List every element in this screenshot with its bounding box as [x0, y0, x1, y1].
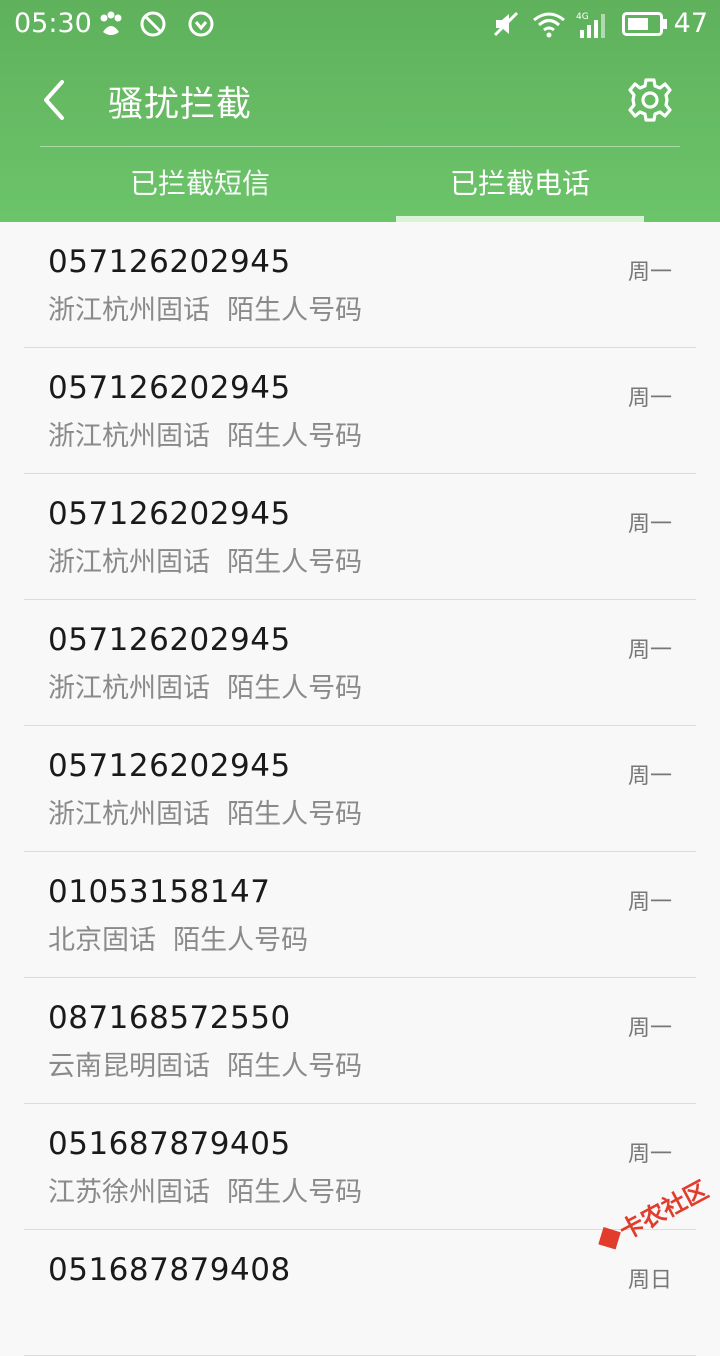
- number-description: 浙江杭州固话 陌生人号码: [48, 799, 363, 830]
- call-day: 周一: [627, 386, 672, 411]
- gear-icon[interactable]: [626, 76, 674, 124]
- phone-number: 087168572550: [48, 1000, 291, 1036]
- blocked-calls-list: 057126202945 浙江杭州固话 陌生人号码 周一 057126202945 浙江…: [0, 222, 720, 1356]
- header-divider: [40, 146, 680, 147]
- call-list-item[interactable]: 057126202945 浙江杭州固话 陌生人号码 周一: [24, 474, 696, 600]
- phone-number: 057126202945: [48, 748, 291, 784]
- battery-percent: 47: [673, 8, 708, 39]
- toolbar: 骚扰拦截: [0, 60, 720, 140]
- call-list-item[interactable]: 057126202945 浙江杭州固话 陌生人号码 周一: [24, 222, 696, 348]
- call-list-item[interactable]: 087168572550 云南昆明固话 陌生人号码 周一: [24, 978, 696, 1104]
- baidu-paw-icon: [100, 11, 122, 35]
- call-day: 周一: [627, 512, 672, 537]
- call-list-item[interactable]: 057126202945 浙江杭州固话 陌生人号码 周一: [24, 348, 696, 474]
- number-description: 浙江杭州固话 陌生人号码: [48, 547, 363, 578]
- call-day: 周日: [627, 1268, 672, 1293]
- phone-number: 057126202945: [48, 496, 291, 532]
- back-icon[interactable]: [36, 74, 76, 126]
- call-day: 周一: [627, 260, 672, 285]
- phone-number: 051687879405: [48, 1126, 291, 1162]
- call-list-item[interactable]: 057126202945 浙江杭州固话 陌生人号码 周一: [24, 600, 696, 726]
- call-day: 周一: [627, 1142, 672, 1167]
- number-description: 北京固话 陌生人号码: [48, 925, 309, 956]
- call-list-item[interactable]: 051687879405 江苏徐州固话 陌生人号码 周一: [24, 1104, 696, 1230]
- call-day: 周一: [627, 1016, 672, 1041]
- phone-number: 057126202945: [48, 244, 291, 280]
- wifi-icon: [533, 12, 565, 38]
- mute-icon: [493, 11, 519, 37]
- call-list-item[interactable]: 057126202945 浙江杭州固话 陌生人号码 周一: [24, 726, 696, 852]
- number-description: 浙江杭州固话 陌生人号码: [48, 295, 363, 326]
- tab-blocked-calls[interactable]: 已拦截电话: [396, 148, 644, 220]
- page-title: 骚扰拦截: [108, 85, 253, 125]
- call-day: 周一: [627, 764, 672, 789]
- call-day: 周一: [627, 638, 672, 663]
- number-description: 云南昆明固话 陌生人号码: [48, 1051, 363, 1082]
- number-description: 浙江杭州固话 陌生人号码: [48, 673, 363, 704]
- call-list-item[interactable]: 01053158147 北京固话 陌生人号码 周一: [24, 852, 696, 978]
- battery-icon: [622, 12, 667, 36]
- status-bar: 05:30 4G 47: [0, 0, 720, 50]
- number-description: 浙江杭州固话 陌生人号码: [48, 421, 363, 452]
- phone-number: 051687879408: [48, 1252, 291, 1288]
- tab-blocked-sms[interactable]: 已拦截短信: [76, 148, 324, 220]
- download-icon: [188, 11, 214, 37]
- call-day: 周一: [627, 890, 672, 915]
- signal-4g-icon: 4G: [576, 12, 605, 38]
- svg-text:4G: 4G: [576, 12, 589, 22]
- number-description: 江苏徐州固话 陌生人号码: [48, 1177, 363, 1208]
- phone-number: 057126202945: [48, 622, 291, 658]
- no-disturb-icon: [140, 11, 166, 37]
- status-time: 05:30: [14, 8, 92, 39]
- call-list-item[interactable]: 051687879408 周日: [24, 1230, 696, 1356]
- phone-number: 057126202945: [48, 370, 291, 406]
- phone-number: 01053158147: [48, 874, 271, 910]
- app-header: 05:30 4G 47 骚扰拦截 已拦截短信 已拦截电话: [0, 0, 720, 222]
